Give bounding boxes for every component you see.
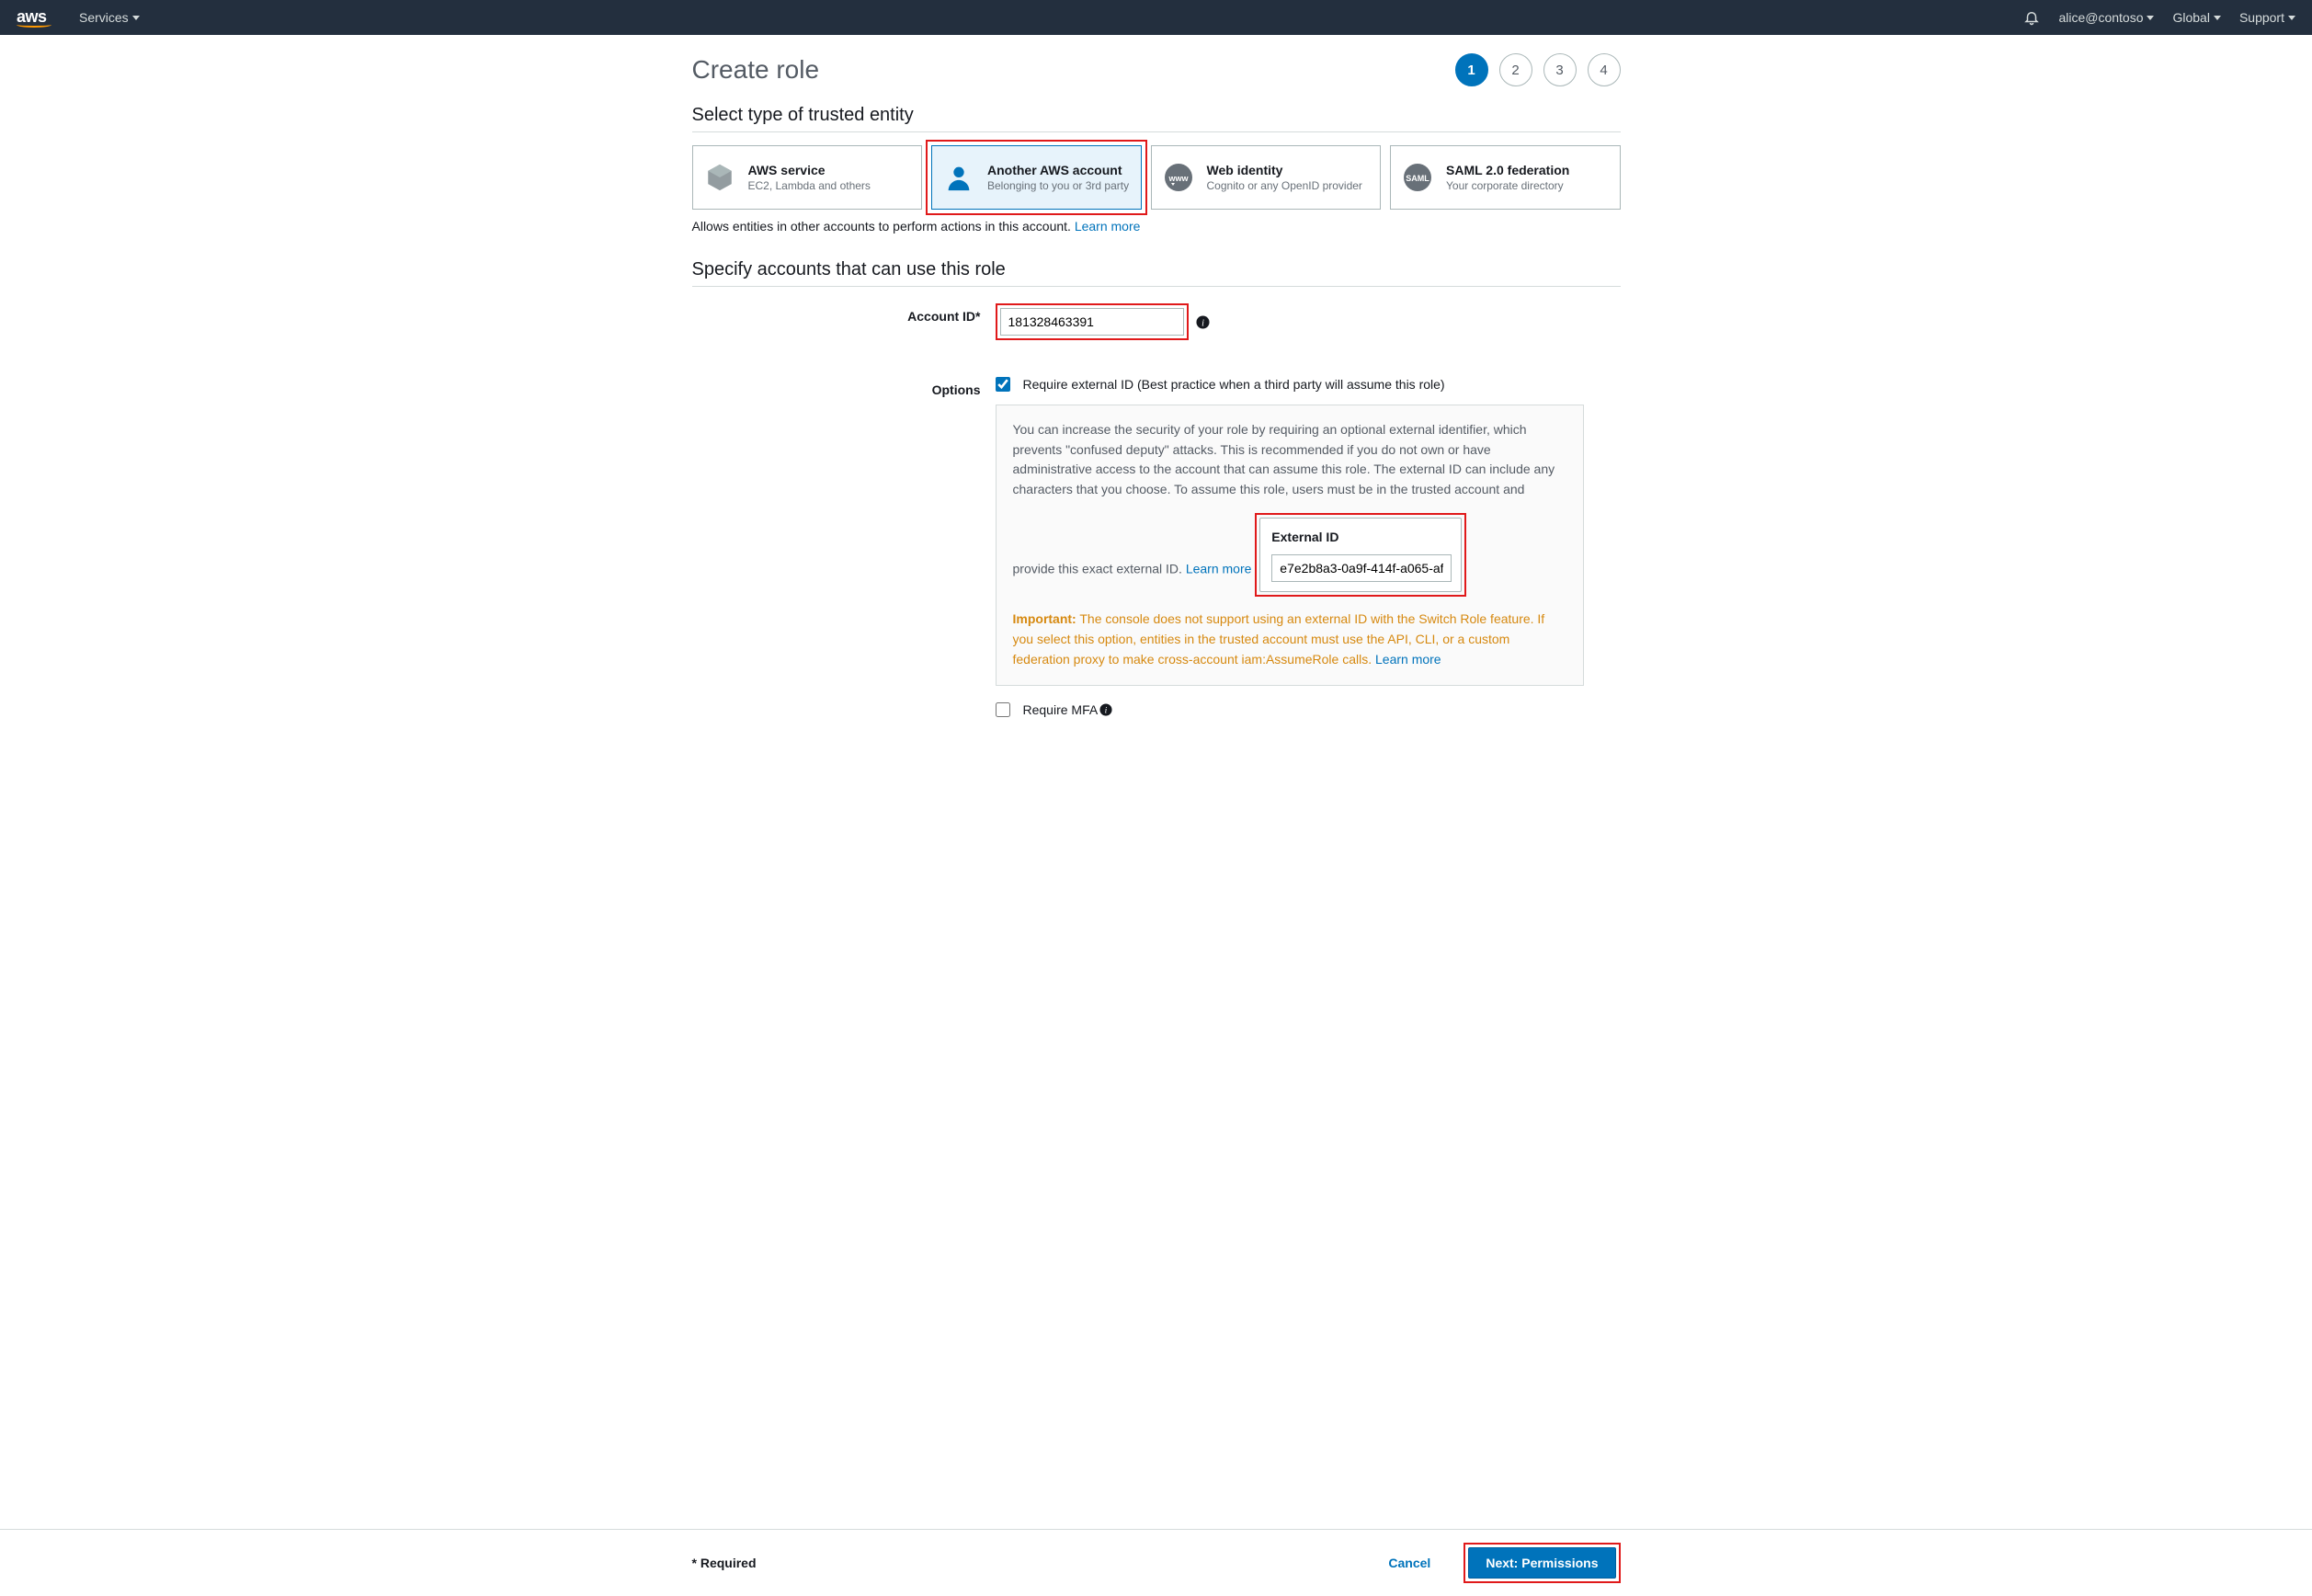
- svg-text:www: www: [1167, 174, 1189, 183]
- options-row: Options Require external ID (Best practi…: [692, 377, 1621, 717]
- top-navbar: aws Services alice@contoso Global Suppor…: [0, 0, 2312, 35]
- wizard-step-4[interactable]: 4: [1588, 53, 1621, 86]
- tile-another-aws-account[interactable]: Another AWS account Belonging to you or …: [931, 145, 1142, 210]
- tile-title: AWS service: [748, 163, 871, 177]
- svg-text:i: i: [1105, 705, 1108, 715]
- require-mfa-label: Require MFA: [1023, 702, 1099, 717]
- wizard-step-1[interactable]: 1: [1455, 53, 1488, 86]
- tile-sub: Belonging to you or 3rd party: [987, 179, 1129, 192]
- svg-text:i: i: [1202, 318, 1204, 328]
- tile-title: Another AWS account: [987, 163, 1129, 177]
- cube-icon: [702, 160, 737, 195]
- nav-region[interactable]: Global: [2172, 10, 2220, 25]
- divider: [692, 286, 1621, 287]
- important-label: Important:: [1013, 611, 1076, 626]
- caret-down-icon: [2288, 16, 2295, 20]
- tile-aws-service[interactable]: AWS service EC2, Lambda and others: [692, 145, 923, 210]
- account-id-row: Account ID* i: [692, 303, 1621, 340]
- learn-more-link[interactable]: Learn more: [1075, 219, 1141, 234]
- nav-account[interactable]: alice@contoso: [2058, 10, 2154, 25]
- learn-more-link[interactable]: Learn more: [1375, 652, 1441, 667]
- required-note: * Required: [692, 1556, 757, 1570]
- nav-services-label: Services: [79, 10, 129, 25]
- require-mfa-row: Require MFA i: [996, 702, 1621, 717]
- external-id-info-panel: You can increase the security of your ro…: [996, 405, 1584, 686]
- important-warning: Important: The console does not support …: [1013, 610, 1566, 669]
- account-id-label: Account ID*: [692, 303, 996, 324]
- external-id-input[interactable]: [1271, 554, 1452, 582]
- cancel-button[interactable]: Cancel: [1372, 1548, 1447, 1578]
- require-external-id-checkbox[interactable]: [996, 377, 1010, 392]
- nav-account-label: alice@contoso: [2058, 10, 2143, 25]
- nav-region-label: Global: [2172, 10, 2209, 25]
- require-mfa-label-wrap: Require MFA i: [1023, 702, 1113, 717]
- tile-title: SAML 2.0 federation: [1446, 163, 1569, 177]
- highlight-annotation: External ID: [1255, 513, 1466, 598]
- require-mfa-checkbox[interactable]: [996, 702, 1010, 717]
- person-icon: [941, 160, 976, 195]
- info-icon[interactable]: i: [1099, 703, 1112, 716]
- options-label: Options: [692, 377, 996, 397]
- tile-sub: EC2, Lambda and others: [748, 179, 871, 192]
- tile-web-identity[interactable]: www Web identity Cognito or any OpenID p…: [1151, 145, 1382, 210]
- divider: [692, 131, 1621, 132]
- info-icon[interactable]: i: [1196, 315, 1210, 329]
- nav-support-label: Support: [2239, 10, 2284, 25]
- next-permissions-button[interactable]: Next: Permissions: [1468, 1547, 1615, 1579]
- notifications-bell-icon[interactable]: [2023, 9, 2040, 26]
- nav-support[interactable]: Support: [2239, 10, 2295, 25]
- external-id-title: External ID: [1271, 528, 1450, 548]
- www-icon: www: [1161, 160, 1196, 195]
- caret-down-icon: [2214, 16, 2221, 20]
- highlight-annotation: [996, 303, 1189, 340]
- page-title: Create role: [692, 55, 820, 85]
- caret-down-icon: [2147, 16, 2154, 20]
- aws-logo[interactable]: aws: [17, 7, 51, 28]
- account-id-input[interactable]: [1000, 308, 1184, 336]
- svg-text:SAML: SAML: [1406, 174, 1429, 183]
- wizard-step-3[interactable]: 3: [1543, 53, 1577, 86]
- wizard-step-2[interactable]: 2: [1499, 53, 1532, 86]
- highlight-annotation: Next: Permissions: [1464, 1543, 1620, 1583]
- tile-sub: Your corporate directory: [1446, 179, 1569, 192]
- section-specify-accounts-title: Specify accounts that can use this role: [692, 259, 1621, 280]
- entity-description: Allows entities in other accounts to per…: [692, 219, 1621, 234]
- aws-logo-text: aws: [17, 7, 47, 26]
- learn-more-link[interactable]: Learn more: [1186, 561, 1252, 576]
- tile-sub: Cognito or any OpenID provider: [1207, 179, 1362, 192]
- external-id-box: External ID: [1259, 518, 1462, 593]
- wizard-footer: * Required Cancel Next: Permissions: [0, 1529, 2312, 1596]
- tile-title: Web identity: [1207, 163, 1362, 177]
- saml-icon: SAML: [1400, 160, 1435, 195]
- tile-another-account-wrap: Another AWS account Belonging to you or …: [931, 145, 1142, 210]
- entity-description-text: Allows entities in other accounts to per…: [692, 219, 1075, 234]
- important-text: The console does not support using an ex…: [1013, 611, 1545, 666]
- caret-down-icon: [132, 16, 140, 20]
- trusted-entity-tiles: AWS service EC2, Lambda and others Anoth…: [692, 145, 1621, 210]
- nav-services[interactable]: Services: [79, 10, 140, 25]
- require-external-id-label: Require external ID (Best practice when …: [1023, 377, 1445, 392]
- section-trusted-entity-title: Select type of trusted entity: [692, 105, 1621, 126]
- tile-saml-federation[interactable]: SAML SAML 2.0 federation Your corporate …: [1390, 145, 1621, 210]
- wizard-stepper: 1 2 3 4: [1455, 53, 1621, 86]
